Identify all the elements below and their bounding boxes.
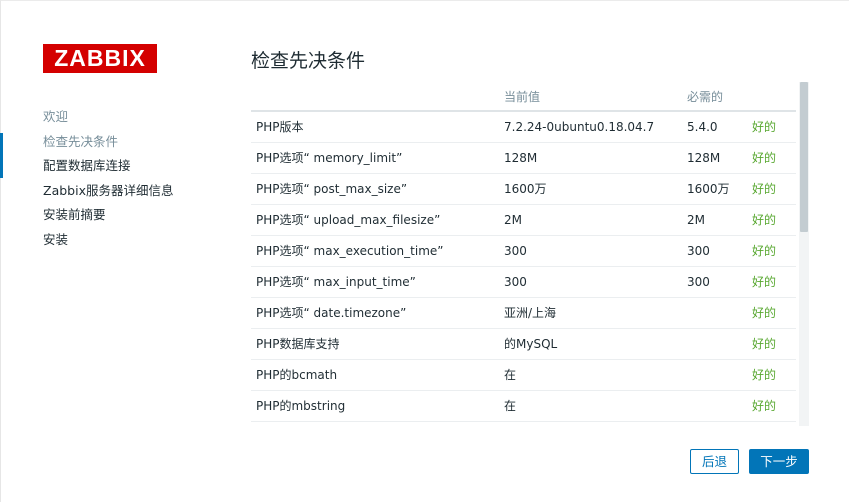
row-required (687, 390, 749, 422)
row-name: PHP的bcmath (251, 359, 504, 391)
row-name: PHP的mbstring (251, 390, 504, 422)
row-current: 的MySQL (504, 328, 687, 360)
row-status: 好的 (749, 266, 796, 298)
row-status: 好的 (749, 204, 796, 236)
header-name (251, 82, 504, 112)
row-name: PHP版本 (251, 111, 504, 143)
row-required (687, 359, 749, 391)
step-install: 安装 (43, 231, 69, 247)
row-status: 好的 (749, 328, 796, 360)
row-required (687, 297, 749, 329)
prerequisites-table: 当前值 必需的 PHP版本 7.2.24-0ubuntu0.18.04.7 5.… (251, 82, 796, 422)
table-header-row: 当前值 必需的 (251, 82, 796, 112)
table-row: PHP的mbstring 在 好的 (251, 390, 796, 422)
step-pre-install-summary: 安装前摘要 (43, 207, 106, 222)
zabbix-logo: ZABBIX (43, 44, 157, 73)
header-current-value: 当前值 (504, 82, 687, 112)
step-check-prerequisites: 检查先决条件 (0, 132, 220, 177)
row-required (687, 328, 749, 360)
back-button[interactable]: 后退 (690, 449, 739, 474)
row-required: 5.4.0 (687, 111, 749, 143)
table-row: PHP的bcmath 在 好的 (251, 359, 796, 391)
row-current: 128M (504, 142, 687, 174)
row-status: 好的 (749, 173, 796, 205)
row-status: 好的 (749, 390, 796, 422)
row-current: 1600万 (504, 173, 687, 205)
prerequisites-table-container[interactable]: 当前值 必需的 PHP版本 7.2.24-0ubuntu0.18.04.7 5.… (251, 82, 809, 426)
table-row: PHP选项“ date.timezone” 亚洲/上海 好的 (251, 297, 796, 329)
table-row: PHP选项“ max_input_time” 300 300 好的 (251, 266, 796, 298)
row-name: PHP数据库支持 (251, 328, 504, 360)
row-name: PHP选项“ max_input_time” (251, 266, 504, 298)
row-current: 2M (504, 204, 687, 236)
row-current: 300 (504, 235, 687, 267)
row-status: 好的 (749, 111, 796, 143)
step-db-connection: 配置数据库连接 (43, 158, 131, 173)
step-welcome: 欢迎 (43, 109, 69, 124)
row-status: 好的 (749, 142, 796, 174)
row-required: 2M (687, 204, 749, 236)
next-button[interactable]: 下一步 (749, 449, 809, 474)
row-status: 好的 (749, 297, 796, 329)
row-required: 300 (687, 235, 749, 267)
row-current: 7.2.24-0ubuntu0.18.04.7 (504, 111, 687, 143)
setup-steps: 欢迎 检查先决条件 配置数据库连接 Zabbix服务器详细信息 安装前摘要 安装 (0, 108, 220, 255)
step-server-details: Zabbix服务器详细信息 (43, 182, 174, 198)
scrollbar-thumb[interactable] (800, 82, 808, 232)
row-name: PHP选项“ memory_limit” (251, 142, 504, 174)
row-name: PHP选项“ post_max_size” (251, 173, 504, 205)
row-current: 在 (504, 359, 687, 391)
row-required: 128M (687, 142, 749, 174)
table-row: PHP选项“ memory_limit” 128M 128M 好的 (251, 142, 796, 174)
row-current: 在 (504, 390, 687, 422)
header-required: 必需的 (687, 82, 749, 112)
header-status (749, 82, 796, 112)
page-title: 检查先决条件 (251, 50, 366, 72)
row-status: 好的 (749, 359, 796, 391)
table-row: PHP选项“ upload_max_filesize” 2M 2M 好的 (251, 204, 796, 236)
row-name: PHP选项“ max_execution_time” (251, 235, 504, 267)
row-name: PHP选项“ date.timezone” (251, 297, 504, 329)
row-current: 300 (504, 266, 687, 298)
table-scrollbar[interactable] (799, 82, 809, 426)
row-name: PHP选项“ upload_max_filesize” (251, 204, 504, 236)
table-row: PHP版本 7.2.24-0ubuntu0.18.04.7 5.4.0 好的 (251, 111, 796, 143)
row-status: 好的 (749, 235, 796, 267)
row-current: 亚洲/上海 (504, 297, 687, 329)
table-row: PHP选项“ max_execution_time” 300 300 好的 (251, 235, 796, 267)
table-row: PHP选项“ post_max_size” 1600万 1600万 好的 (251, 173, 796, 205)
table-row: PHP数据库支持 的MySQL 好的 (251, 328, 796, 360)
row-required: 1600万 (687, 173, 749, 205)
row-required: 300 (687, 266, 749, 298)
